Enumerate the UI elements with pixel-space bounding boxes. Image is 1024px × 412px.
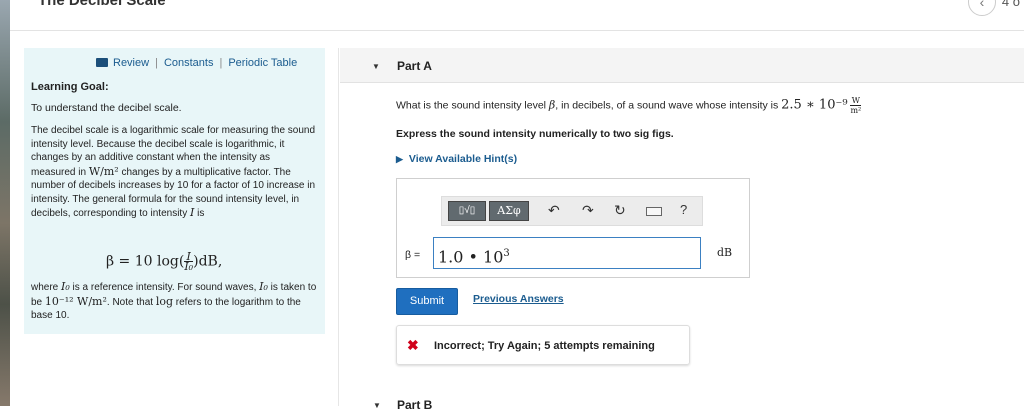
separator: |	[155, 57, 158, 69]
text-run: is	[194, 208, 205, 219]
constants-link[interactable]: Constants	[164, 57, 214, 69]
value-text: 10⁻¹² W/m²	[44, 294, 107, 308]
instruction-text: Express the sound intensity numerically …	[396, 128, 674, 140]
resource-links: Review | Constants | Periodic Table	[96, 57, 297, 69]
variable-text: I₀	[61, 280, 70, 293]
unit-denominator: m²	[850, 106, 862, 115]
intro-paragraph: The decibel scale is a logarithmic scale…	[31, 124, 317, 221]
periodic-table-link[interactable]: Periodic Table	[228, 57, 297, 69]
page-title: The Decibel Scale	[38, 0, 166, 9]
nav-counter: 4 o	[1001, 0, 1020, 9]
variable-text: I₀	[259, 280, 268, 293]
feedback-box: ✖ Incorrect; Try Again; 5 attempts remai…	[396, 325, 690, 365]
column-divider	[338, 48, 339, 406]
keyboard-icon[interactable]	[646, 207, 662, 216]
goal-heading: Learning Goal:	[31, 81, 109, 93]
text-run: , in decibels, of a sound wave whose int…	[555, 99, 782, 112]
chevron-left-icon[interactable]: ‹	[968, 0, 996, 16]
unit-numerator: W	[850, 96, 862, 106]
reference-paragraph: where I₀ is a reference intensity. For s…	[31, 280, 319, 323]
text-run: What is the sound intensity level	[396, 99, 549, 112]
intensity-value: 2.5 ∗ 10⁻⁹	[781, 97, 848, 113]
caret-down-icon: ▼	[372, 62, 380, 71]
reset-icon[interactable]: ↻	[614, 202, 626, 219]
error-icon: ✖	[407, 337, 419, 353]
hint-label: View Available Hint(s)	[408, 153, 518, 165]
previous-answers-link[interactable]: Previous Answers	[473, 293, 564, 305]
answer-exponent: 3	[503, 248, 510, 259]
text-run: is a reference intensity. For sound wave…	[69, 282, 260, 293]
separator: |	[219, 57, 223, 69]
greek-symbols-button[interactable]: ΑΣφ	[489, 201, 529, 221]
templates-button[interactable]: ▯√▯	[448, 201, 486, 221]
part-a-header[interactable]: ▼ Part A	[340, 48, 1024, 83]
top-bar: The Decibel Scale ‹ 4 o	[10, 0, 1024, 31]
formula-fraction: I I₀	[184, 251, 194, 273]
view-hints-link[interactable]: ▶ View Available Hint(s)	[396, 153, 517, 165]
caret-right-icon: ▶	[396, 154, 403, 164]
help-icon[interactable]: ?	[680, 202, 687, 217]
background-photo-strip	[0, 0, 10, 406]
answer-box: ▯√▯ ΑΣφ ↶ ↷ ↻ ? β = 1.0 • 103 dB	[396, 178, 750, 278]
learning-goal-panel: Review | Constants | Periodic Table Learning…	[24, 48, 325, 334]
log-text: log	[155, 294, 173, 308]
text-run: . Note that	[106, 296, 156, 308]
unit-label: dB	[717, 246, 733, 259]
answer-input[interactable]: 1.0 • 103	[433, 237, 701, 269]
review-link[interactable]: Review	[113, 57, 149, 69]
decibel-formula: β = 10 log(I I₀)dB,	[106, 250, 223, 273]
text-run: where	[31, 282, 62, 293]
formula-rhs: dB,	[198, 253, 223, 270]
undo-icon[interactable]: ↶	[548, 202, 560, 219]
part-a-label: Part A	[397, 59, 432, 73]
redo-icon[interactable]: ↷	[582, 202, 594, 219]
formula-lhs: β = 10 log	[106, 253, 179, 270]
unit-text: W/m²	[88, 164, 119, 178]
book-icon	[96, 58, 108, 67]
submit-button[interactable]: Submit	[396, 288, 458, 315]
intensity-unit: Wm²	[850, 96, 862, 115]
fraction-denominator: I₀	[184, 260, 194, 273]
math-toolbar: ▯√▯ ΑΣφ ↶ ↷ ↻ ?	[441, 196, 703, 226]
feedback-text: Incorrect; Try Again; 5 attempts remaini…	[434, 340, 655, 352]
question-text: What is the sound intensity level β, in …	[396, 96, 862, 115]
part-b-label[interactable]: Part B	[397, 398, 432, 412]
answer-variable-label: β =	[405, 249, 421, 261]
goal-text: To understand the decibel scale.	[31, 102, 182, 114]
answer-base: 1.0 • 10	[438, 247, 504, 267]
